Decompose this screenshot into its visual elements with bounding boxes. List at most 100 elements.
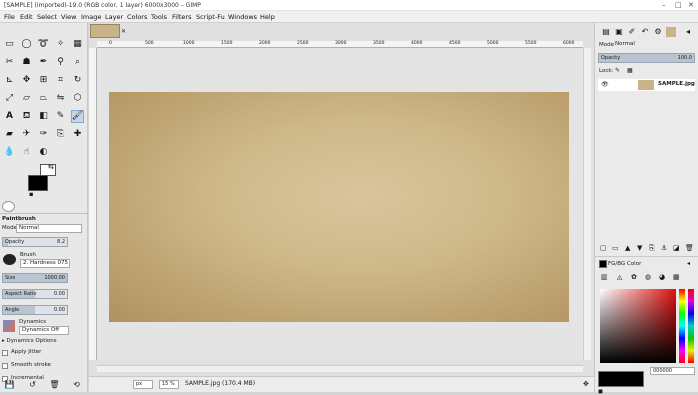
restore-options-icon[interactable]: ↺ xyxy=(26,378,39,391)
color-scales-icon[interactable]: ▥ xyxy=(601,273,608,281)
new-layer-icon[interactable]: ▢ xyxy=(600,244,607,252)
wheel-icon[interactable]: ◕ xyxy=(659,273,665,281)
menu-layer[interactable]: Layer xyxy=(105,13,123,21)
layers-tab-icon[interactable]: ▤ xyxy=(601,27,611,37)
anchor-layer-icon[interactable]: ⚓ xyxy=(661,244,667,252)
brush-preview-icon[interactable] xyxy=(2,201,15,212)
apply-jitter-checkbox[interactable] xyxy=(2,350,8,356)
mode-select[interactable]: Normal xyxy=(16,224,82,233)
color-select-icon[interactable]: ▦ xyxy=(71,38,84,51)
move-icon[interactable]: ✥ xyxy=(20,74,33,87)
flip-icon[interactable]: ⇋ xyxy=(54,92,67,105)
maximize-button[interactable]: □ xyxy=(675,1,682,9)
fg-color-preview[interactable] xyxy=(598,371,644,387)
menu-image[interactable]: Image xyxy=(81,13,101,21)
menu-windows[interactable]: Windows xyxy=(228,13,257,21)
scale-icon[interactable]: ⤢ xyxy=(3,92,16,105)
fuzzy-select-icon[interactable]: ✧ xyxy=(54,38,67,51)
color-picker-square[interactable] xyxy=(600,289,676,363)
heal-icon[interactable]: ✚ xyxy=(71,128,84,141)
brush-select[interactable]: 2. Hardness 075 xyxy=(20,259,70,268)
lock-pixels-icon[interactable]: ✎ xyxy=(615,67,620,74)
swap-colors-icon[interactable]: ⇆ xyxy=(48,163,54,171)
watercolor-icon[interactable]: ✿ xyxy=(631,273,637,281)
vertical-scrollbar[interactable] xyxy=(583,48,591,360)
zoom-select[interactable]: 15 % xyxy=(159,380,179,389)
reset-options-icon[interactable]: ⟲ xyxy=(70,378,83,391)
zoom-icon[interactable]: ⌕ xyxy=(71,56,84,69)
menu-script-fu[interactable]: Script-Fu xyxy=(196,13,225,21)
vertical-ruler[interactable] xyxy=(89,48,97,360)
rotate-icon[interactable]: ↻ xyxy=(71,74,84,87)
close-tab-icon[interactable]: ✕ xyxy=(121,28,126,35)
foreground-select-icon[interactable]: ☗ xyxy=(20,56,33,69)
minimize-button[interactable]: – xyxy=(662,1,666,9)
palette-icon[interactable]: ▦ xyxy=(673,273,680,281)
navigate-icon[interactable]: ✥ xyxy=(583,380,589,388)
menu-edit[interactable]: Edit xyxy=(20,13,33,21)
layer-mode-select[interactable]: Normal xyxy=(615,41,683,49)
text-icon[interactable]: A xyxy=(3,110,16,123)
menu-file[interactable]: File xyxy=(4,13,15,21)
layer-mask-icon[interactable]: ◪ xyxy=(673,244,680,252)
channels-tab-icon[interactable]: ▣ xyxy=(614,27,624,37)
eraser-icon[interactable]: ▰ xyxy=(3,128,16,141)
image-thumbnail-tab[interactable] xyxy=(90,24,120,38)
blend-icon[interactable]: ◧ xyxy=(37,110,50,123)
dynamics-options-expander[interactable]: ▸ Dynamics Options xyxy=(2,338,57,349)
menu-filters[interactable]: Filters xyxy=(172,13,191,21)
ellipse-select-icon[interactable]: ◯ xyxy=(20,38,33,51)
triangle-icon[interactable]: ◬ xyxy=(617,273,622,281)
layer-opacity-slider[interactable]: Opacity 100.0 xyxy=(598,53,695,63)
clone-icon[interactable]: ⎘ xyxy=(54,128,67,141)
hue-slider[interactable] xyxy=(679,289,685,363)
ink-icon[interactable]: ✑ xyxy=(37,128,50,141)
brush-icon[interactable] xyxy=(3,254,16,265)
crop-icon[interactable]: ⌗ xyxy=(54,74,67,87)
paths-tab-icon[interactable]: ✐ xyxy=(627,27,637,37)
angle-slider[interactable]: Angle 0.00 xyxy=(2,305,68,315)
free-select-icon[interactable]: ➰ xyxy=(37,38,50,51)
rect-select-icon[interactable]: ▭ xyxy=(3,38,16,51)
image-tab-icon[interactable] xyxy=(666,27,676,37)
dynamics-select[interactable]: Dynamics Off xyxy=(19,326,69,335)
measure-icon[interactable]: ⊾ xyxy=(3,74,16,87)
shear-icon[interactable]: ▱ xyxy=(20,92,33,105)
hex-input[interactable]: 000000 xyxy=(650,367,695,375)
airbrush-icon[interactable]: ✈ xyxy=(20,128,33,141)
paths-icon[interactable]: ✒ xyxy=(37,56,50,69)
bucket-fill-icon[interactable]: ⛾ xyxy=(20,110,33,123)
new-layer-group-icon[interactable]: ▭ xyxy=(612,244,619,252)
smudge-icon[interactable]: ☝ xyxy=(20,146,33,159)
dynamics-icon[interactable] xyxy=(3,320,15,332)
color-picker-icon[interactable]: ⚲ xyxy=(54,56,67,69)
dodge-burn-icon[interactable]: ◐ xyxy=(37,146,50,159)
undo-history-tab-icon[interactable]: ↶ xyxy=(640,27,650,37)
foreground-color-swatch[interactable] xyxy=(28,175,48,191)
cmyk-icon[interactable]: ◍ xyxy=(645,273,651,281)
menu-colors[interactable]: Colors xyxy=(127,13,147,21)
menu-help[interactable]: Help xyxy=(260,13,275,21)
brushes-tab-icon[interactable]: ⚙ xyxy=(653,27,663,37)
scissors-icon[interactable]: ✂ xyxy=(3,56,16,69)
opacity-slider[interactable]: Opacity 8.2 xyxy=(2,237,68,247)
image-canvas[interactable] xyxy=(109,92,569,322)
pencil-icon[interactable]: ✎ xyxy=(54,110,67,123)
saturation-slider[interactable] xyxy=(688,289,694,363)
menu-select[interactable]: Select xyxy=(37,13,57,21)
unit-select[interactable]: px xyxy=(133,380,153,389)
aspect-ratio-slider[interactable]: Aspect Ratio 0.00 xyxy=(2,289,68,299)
size-slider[interactable]: Size 1000.00 xyxy=(2,273,68,283)
lock-position-icon[interactable]: ▦ xyxy=(627,67,633,74)
menu-view[interactable]: View xyxy=(61,13,76,21)
default-colors-icon[interactable]: ◾ xyxy=(29,191,33,198)
configure-tab-icon[interactable]: ◂ xyxy=(683,27,693,37)
panel-menu-icon[interactable]: ◂ xyxy=(687,260,690,267)
lower-layer-icon[interactable]: ▼ xyxy=(637,244,642,252)
raise-layer-icon[interactable]: ▲ xyxy=(625,244,630,252)
cage-icon[interactable]: ⬡ xyxy=(71,92,84,105)
blur-icon[interactable]: 💧 xyxy=(3,146,16,159)
horizontal-ruler[interactable]: 0 500 1000 1500 2000 2500 3000 3500 4000… xyxy=(97,41,583,48)
align-icon[interactable]: ⊞ xyxy=(37,74,50,87)
layer-row[interactable]: 👁 SAMPLE.jpg xyxy=(598,79,695,91)
